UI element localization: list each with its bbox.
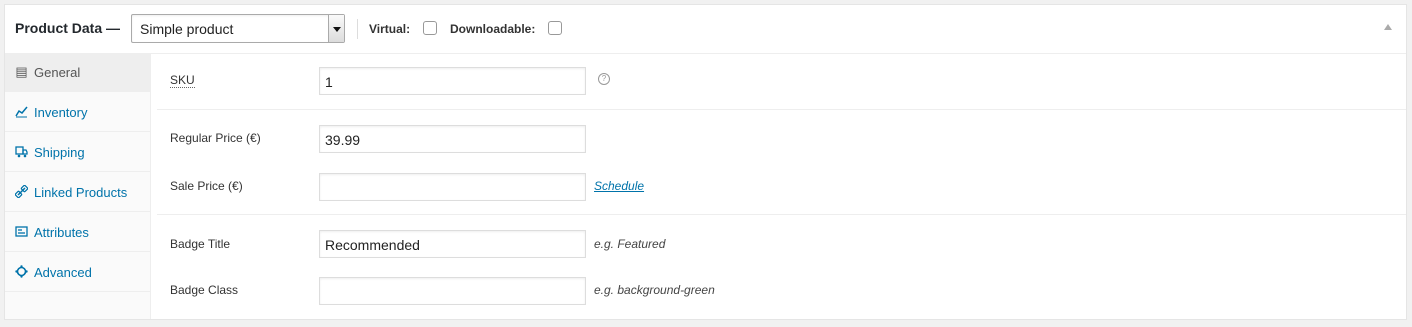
regular-price-input[interactable]: 39.99	[319, 125, 586, 153]
link-icon	[14, 184, 29, 199]
help-icon[interactable]: ?	[598, 73, 610, 85]
tabs-sidebar: ▤ General Inventory Shipping Linked Prod…	[5, 53, 151, 319]
sku-value: 1	[325, 74, 333, 90]
downloadable-label: Downloadable:	[450, 22, 536, 36]
inventory-icon	[15, 105, 28, 118]
section-divider	[157, 214, 1406, 215]
tab-general[interactable]: ▤ General	[5, 53, 151, 92]
tab-label: Inventory	[34, 105, 88, 120]
general-icon: ▤	[15, 64, 28, 79]
sale-price-input[interactable]	[319, 173, 586, 201]
badge-title-input[interactable]: Recommended	[319, 230, 586, 258]
tab-linked-products[interactable]: Linked Products	[5, 173, 150, 212]
badge-title-label: Badge Title	[170, 237, 231, 251]
header-divider	[357, 19, 358, 39]
badge-title-hint: e.g. Featured	[594, 237, 666, 251]
product-type-value: Simple product	[140, 21, 234, 37]
badge-title-value: Recommended	[325, 237, 420, 253]
general-content: SKU 1 ? Regular Price (€) 39.99 Sale Pri…	[151, 53, 1406, 319]
sku-label: SKU	[170, 73, 195, 88]
tab-label: General	[34, 65, 81, 80]
collapse-arrow-icon[interactable]	[1384, 24, 1392, 30]
regular-price-value: 39.99	[325, 132, 361, 148]
chevron-down-icon[interactable]	[328, 15, 344, 42]
tab-label: Advanced	[34, 265, 92, 280]
virtual-checkbox[interactable]	[423, 21, 437, 35]
badge-class-input[interactable]	[319, 277, 586, 305]
tab-attributes[interactable]: Attributes	[5, 213, 150, 252]
sku-input[interactable]: 1	[319, 67, 586, 95]
tab-label: Linked Products	[34, 185, 128, 200]
section-divider	[157, 109, 1406, 110]
regular-price-label: Regular Price (€)	[170, 131, 261, 145]
product-data-panel: Product Data — Simple product Virtual: D…	[4, 4, 1407, 320]
tab-label: Attributes	[34, 225, 89, 240]
badge-class-hint: e.g. background-green	[594, 283, 715, 297]
panel-title: Product Data —	[15, 20, 121, 36]
sale-price-label: Sale Price (€)	[170, 179, 243, 193]
gear-icon	[15, 265, 28, 278]
shipping-icon	[15, 145, 28, 158]
badge-class-label: Badge Class	[170, 283, 239, 297]
panel-header: Product Data — Simple product Virtual: D…	[5, 5, 1406, 54]
schedule-link[interactable]: Schedule	[594, 179, 644, 193]
tab-label: Shipping	[34, 145, 85, 160]
tab-shipping[interactable]: Shipping	[5, 133, 150, 172]
tab-advanced[interactable]: Advanced	[5, 253, 150, 292]
tab-inventory[interactable]: Inventory	[5, 93, 150, 132]
downloadable-checkbox[interactable]	[548, 21, 562, 35]
virtual-label: Virtual:	[369, 22, 411, 36]
attributes-icon	[15, 225, 28, 238]
product-type-select[interactable]: Simple product	[131, 14, 345, 43]
